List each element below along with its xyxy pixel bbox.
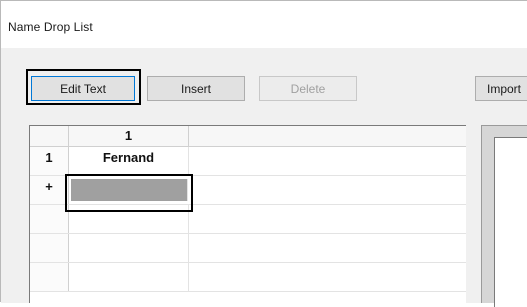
delete-button[interactable]: Delete (259, 76, 357, 101)
table-row (30, 263, 466, 292)
window-title: Name Drop List (8, 20, 93, 34)
grid-cell (69, 263, 189, 291)
names-grid[interactable]: 1 1 Fernand + (29, 125, 466, 303)
row-header-new[interactable]: + (30, 176, 69, 204)
grid-header-row: 1 (30, 126, 466, 147)
grid-corner-cell (30, 126, 69, 146)
table-row (30, 234, 466, 263)
row-header (30, 263, 69, 291)
table-row (30, 205, 466, 234)
edit-text-button[interactable]: Edit Text (31, 76, 135, 101)
table-row[interactable]: + (30, 176, 466, 205)
name-drop-list-dialog: Name Drop List Edit Text Insert Delete I… (0, 0, 527, 307)
row-header (30, 234, 69, 262)
title-bar: Name Drop List (1, 1, 527, 48)
insert-button[interactable]: Insert (147, 76, 245, 101)
import-button[interactable]: Import (475, 76, 527, 101)
table-row[interactable]: 1 Fernand (30, 147, 466, 176)
selected-grid-cell[interactable] (71, 179, 188, 201)
grid-cell (69, 205, 189, 233)
preview-panel (481, 125, 527, 307)
row-header (30, 205, 69, 233)
preview-area (494, 137, 527, 307)
grid-cell[interactable]: Fernand (69, 147, 189, 175)
grid-cell (69, 234, 189, 262)
row-header[interactable]: 1 (30, 147, 69, 175)
column-header[interactable]: 1 (69, 126, 189, 146)
